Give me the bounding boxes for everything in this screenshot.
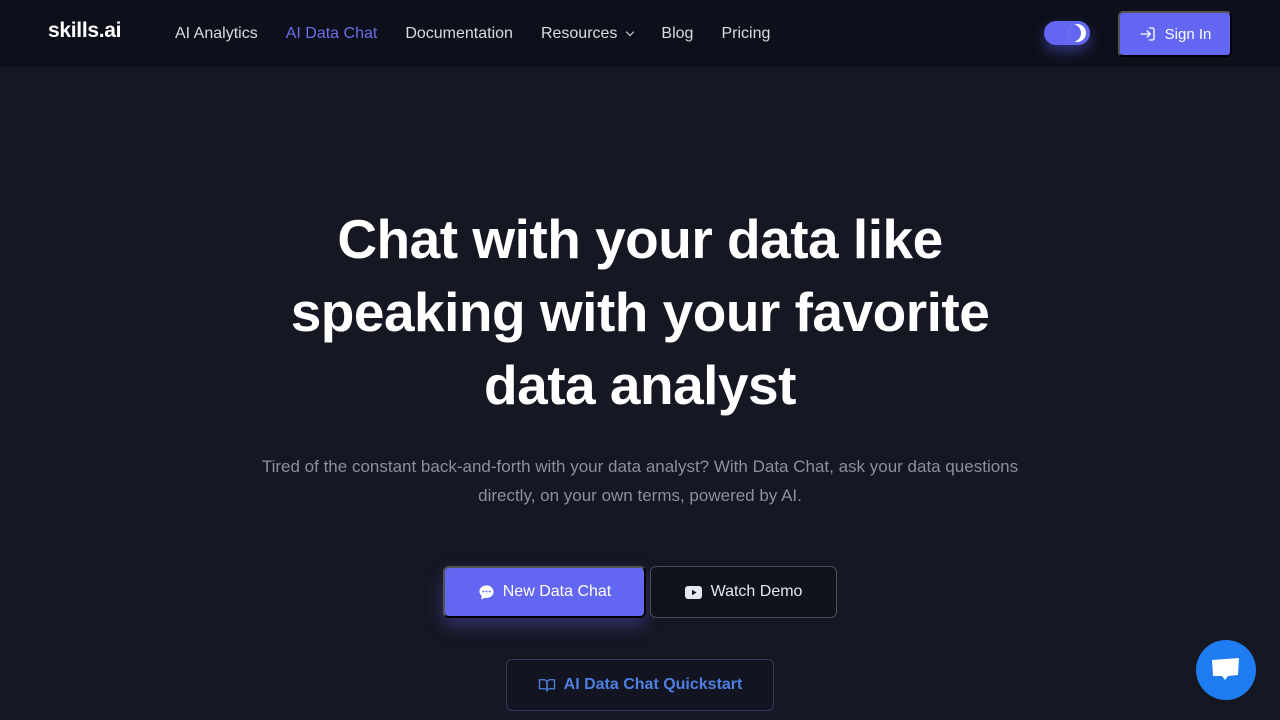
chat-bubble-icon	[479, 584, 494, 600]
hero-title: Chat with your data like speaking with y…	[0, 203, 1280, 422]
nav-item-label: Documentation	[405, 24, 513, 42]
main-nav: AI Analytics AI Data Chat Documentation …	[175, 0, 798, 67]
hero-title-line: data analyst	[484, 354, 796, 416]
new-data-chat-button[interactable]: New Data Chat	[443, 566, 646, 618]
nav-item-resources[interactable]: Resources	[540, 24, 635, 43]
nav-item-label: Blog	[661, 24, 694, 42]
quickstart-label: AI Data Chat Quickstart	[563, 676, 743, 693]
nav-item-label: AI Data Chat	[285, 24, 378, 42]
nav-item-label: Pricing	[721, 24, 771, 42]
new-data-chat-label: New Data Chat	[502, 583, 612, 600]
chat-widget-button[interactable]	[1196, 640, 1256, 700]
moon-icon	[1068, 24, 1086, 42]
youtube-icon	[684, 585, 702, 599]
book-icon	[538, 679, 555, 692]
nav-item-blog[interactable]: Blog	[661, 25, 693, 43]
chat-icon	[1212, 658, 1239, 680]
hero-title-line: Chat with your data like	[337, 208, 943, 270]
nav-item-documentation[interactable]: Documentation	[405, 25, 513, 43]
hero-title-line: speaking with your favorite	[290, 281, 990, 343]
watch-demo-button[interactable]: Watch Demo	[650, 566, 837, 618]
quickstart-button[interactable]: AI Data Chat Quickstart	[506, 659, 774, 711]
nav-item-ai-analytics[interactable]: AI Analytics	[175, 25, 258, 43]
watch-demo-label: Watch Demo	[710, 583, 803, 600]
sign-in-label: Sign In	[1164, 25, 1212, 43]
nav-item-ai-data-chat[interactable]: AI Data Chat	[286, 25, 378, 43]
chevron-down-icon	[626, 27, 635, 36]
nav-item-pricing[interactable]: Pricing	[721, 25, 770, 43]
logo[interactable]: skills.ai	[48, 19, 122, 43]
hero-subtitle: Tired of the constant back-and-forth wit…	[261, 457, 1019, 505]
nav-item-label: Resources	[540, 24, 618, 42]
nav-item-label: AI Analytics	[175, 24, 258, 42]
navbar: skills.ai AI Analytics AI Data Chat Docu…	[0, 0, 1280, 67]
sign-in-icon	[1140, 27, 1155, 41]
sign-in-button[interactable]: Sign In	[1118, 11, 1232, 57]
theme-toggle[interactable]	[1044, 21, 1090, 45]
